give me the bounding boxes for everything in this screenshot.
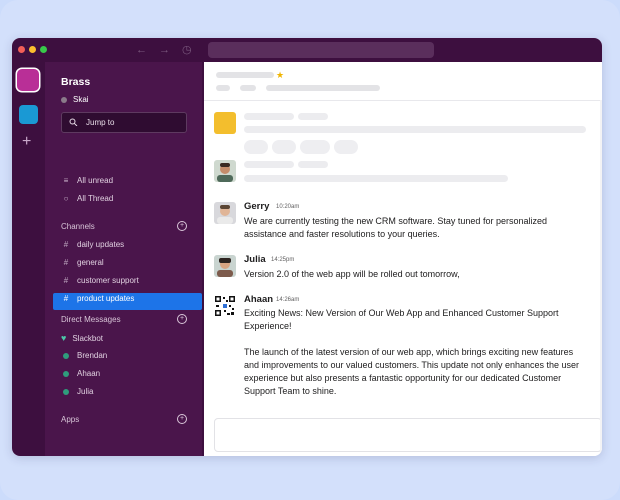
- channel-label: customer support: [77, 276, 139, 285]
- sidebar-item-label: All Thread: [77, 194, 114, 203]
- message-time[interactable]: 14:26am: [276, 297, 299, 303]
- workspace-switcher-secondary[interactable]: [19, 105, 38, 124]
- thread-icon: ○: [63, 194, 69, 203]
- skeleton-reaction: [334, 140, 358, 154]
- hash-icon: #: [63, 240, 69, 249]
- minimize-window-button[interactable]: [29, 46, 36, 53]
- jump-to-button[interactable]: Jump to: [61, 112, 187, 133]
- search-bar[interactable]: [208, 42, 434, 58]
- skeleton-reaction: [272, 140, 296, 154]
- workspace-switcher-active[interactable]: [17, 69, 39, 91]
- skeleton-line: [244, 161, 294, 168]
- apps-header-label: Apps: [61, 414, 80, 424]
- sidebar-dm-slackbot[interactable]: ♥ Slackbot: [61, 333, 103, 343]
- sidebar-channel-general[interactable]: # general: [61, 258, 104, 267]
- skeleton-line: [298, 161, 328, 168]
- app-window: ← → ◷ + Brass Skai Jump to ≡ All unread …: [12, 38, 602, 456]
- presence-dot-icon: [63, 352, 69, 359]
- workspace-name[interactable]: Brass: [61, 76, 90, 88]
- add-workspace-icon[interactable]: +: [22, 134, 31, 150]
- sidebar-channel-product-updates[interactable]: # product updates: [61, 294, 135, 303]
- add-dm-icon[interactable]: +: [177, 314, 187, 324]
- sidebar-dm-ahaan[interactable]: Ahaan: [61, 369, 100, 378]
- skeleton-line: [244, 113, 294, 120]
- header-divider: [204, 100, 602, 101]
- sidebar-dm-julia[interactable]: Julia: [61, 387, 93, 396]
- message-text: Version 2.0 of the web app will be rolle…: [244, 269, 460, 279]
- jump-search-icon: [69, 118, 78, 128]
- history-icon[interactable]: ◷: [182, 43, 192, 57]
- dm-section-header[interactable]: Direct Messages +: [61, 314, 187, 324]
- star-icon[interactable]: ★: [276, 70, 284, 81]
- sidebar-dm-brendan[interactable]: Brendan: [61, 351, 107, 360]
- channels-section-header[interactable]: Channels +: [61, 221, 187, 231]
- dm-header-label: Direct Messages: [61, 314, 121, 324]
- hash-icon: #: [63, 258, 69, 267]
- message-title: Exciting News: New Version of Our Web Ap…: [244, 308, 559, 331]
- current-user-name: Skai: [73, 95, 89, 104]
- jump-to-label: Jump to: [86, 118, 115, 127]
- channel-meta-placeholder: [216, 85, 230, 91]
- message-author[interactable]: Julia: [244, 254, 266, 265]
- message-composer-input[interactable]: [214, 418, 602, 452]
- forward-arrow-icon[interactable]: →: [159, 43, 170, 57]
- workspace-rail: +: [12, 62, 45, 456]
- message-text: The launch of the latest version of our …: [244, 347, 580, 396]
- dm-label: Ahaan: [77, 369, 101, 378]
- avatar[interactable]: [214, 202, 236, 224]
- message-text: We are currently testing the new CRM sof…: [244, 216, 547, 239]
- message-author[interactable]: Ahaan: [244, 294, 273, 305]
- sidebar-channel-daily-updates[interactable]: # daily updates: [61, 240, 124, 249]
- avatar-placeholder: [214, 112, 236, 134]
- unread-icon: ≡: [63, 176, 69, 185]
- add-app-icon[interactable]: +: [177, 414, 187, 424]
- scrollbar-track[interactable]: [600, 100, 602, 456]
- close-window-button[interactable]: [18, 46, 25, 53]
- channel-label: general: [77, 258, 104, 267]
- qr-code-avatar[interactable]: [214, 295, 236, 317]
- message-time[interactable]: 10:20am: [276, 204, 299, 210]
- channel-title-placeholder: [216, 72, 274, 78]
- channel-meta-placeholder: [240, 85, 256, 91]
- channel-label: daily updates: [77, 240, 125, 249]
- current-user[interactable]: Skai: [61, 95, 89, 104]
- status-dot-icon: [61, 96, 67, 103]
- avatar[interactable]: [214, 255, 236, 277]
- avatar[interactable]: [214, 160, 236, 182]
- add-channel-icon[interactable]: +: [177, 221, 187, 231]
- sidebar-item-all-unread[interactable]: ≡ All unread: [61, 176, 113, 185]
- dm-label: Brendan: [77, 351, 108, 360]
- apps-section-header[interactable]: Apps +: [61, 414, 187, 424]
- skeleton-reaction: [300, 140, 330, 154]
- skeleton-line: [298, 113, 328, 120]
- channel-view: ★ Gerry 10:20am We are currently testing…: [204, 62, 602, 456]
- dm-label: Julia: [77, 387, 94, 396]
- hash-icon: #: [63, 276, 69, 285]
- skeleton-line: [244, 126, 586, 133]
- heart-icon: ♥: [61, 333, 67, 343]
- title-bar: ← → ◷: [12, 38, 602, 62]
- skeleton-line: [244, 175, 508, 182]
- sidebar-channel-customer-support[interactable]: # customer support: [61, 276, 139, 285]
- presence-dot-icon: [63, 388, 69, 395]
- sidebar-item-all-thread[interactable]: ○ All Thread: [61, 194, 114, 203]
- channel-label: product updates: [77, 294, 135, 303]
- presence-dot-icon: [63, 370, 69, 377]
- channel-meta-placeholder: [266, 85, 380, 91]
- sidebar: Brass Skai Jump to ≡ All unread ○ All Th…: [45, 62, 204, 456]
- message-time[interactable]: 14:25pm: [271, 257, 294, 263]
- hash-icon: #: [63, 294, 69, 303]
- sidebar-item-label: All unread: [77, 176, 114, 185]
- maximize-window-button[interactable]: [40, 46, 47, 53]
- message-author[interactable]: Gerry: [244, 201, 269, 212]
- dm-label: Slackbot: [72, 333, 104, 343]
- skeleton-reaction: [244, 140, 268, 154]
- back-arrow-icon[interactable]: ←: [136, 43, 147, 57]
- channels-header-label: Channels: [61, 221, 95, 231]
